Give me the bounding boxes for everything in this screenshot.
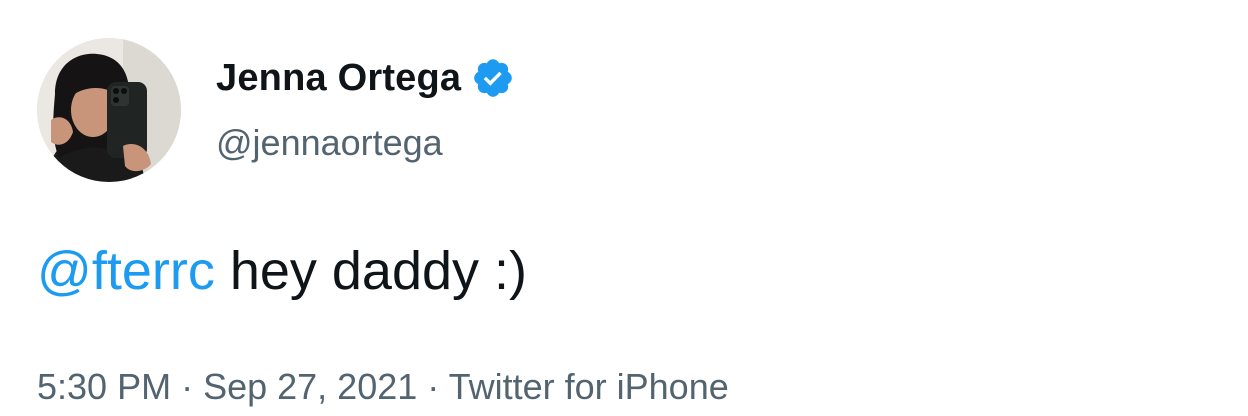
tweet-date[interactable]: Sep 27, 2021	[203, 366, 417, 407]
tweet-body: hey daddy :)	[214, 241, 528, 301]
avatar[interactable]	[37, 38, 181, 182]
tweet-card: Jenna Ortega @jennaortega @fterrc hey da…	[0, 0, 1248, 416]
tweet-source[interactable]: Twitter for iPhone	[449, 366, 729, 407]
tweet-meta: 5:30 PM · Sep 27, 2021 · Twitter for iPh…	[37, 366, 729, 408]
name-row: Jenna Ortega	[216, 50, 515, 106]
profile-photo-icon	[37, 38, 181, 182]
display-name[interactable]: Jenna Ortega	[216, 57, 461, 100]
meta-separator: ·	[171, 366, 204, 407]
mention-link[interactable]: @fterrc	[37, 241, 215, 301]
tweet-time[interactable]: 5:30 PM	[37, 366, 171, 407]
verified-badge-icon	[471, 56, 515, 100]
tweet-text: @fterrc hey daddy :)	[37, 240, 527, 302]
user-handle[interactable]: @jennaortega	[216, 122, 443, 164]
meta-separator: ·	[417, 366, 449, 407]
